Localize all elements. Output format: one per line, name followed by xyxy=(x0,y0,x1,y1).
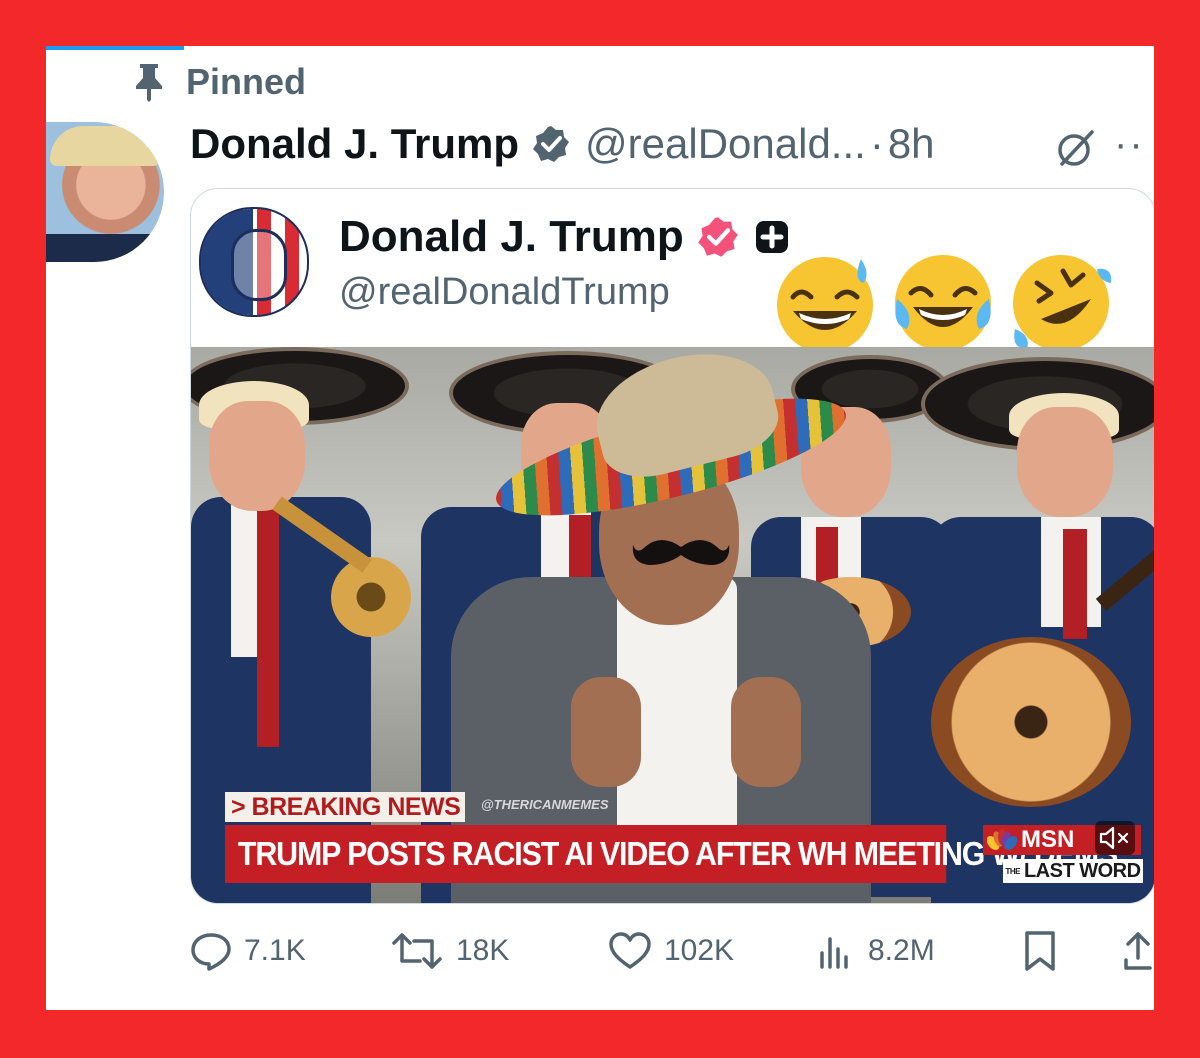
top-accent-line xyxy=(46,46,184,50)
tweet-actions: 7.1K 18K 102K 8.2M xyxy=(190,926,1152,976)
reply-count: 7.1K xyxy=(244,934,306,967)
repost-count: 18K xyxy=(456,934,510,967)
like-count: 102K xyxy=(664,934,735,967)
breaking-news-label: > BREAKING NEWS xyxy=(225,792,465,822)
tears-of-joy-emoji xyxy=(895,255,991,351)
pinned-label: Pinned xyxy=(186,61,307,102)
emoji-row xyxy=(771,249,1115,357)
bookmark-icon xyxy=(1025,931,1055,971)
like-button[interactable]: 102K xyxy=(608,926,734,976)
show-name-bar: THE LAST WORD xyxy=(1003,859,1143,883)
show-prefix: THE xyxy=(1005,866,1020,876)
repost-icon xyxy=(392,933,442,969)
verified-badge-icon xyxy=(533,126,570,162)
share-button[interactable] xyxy=(1124,926,1154,976)
embed-avatar[interactable] xyxy=(199,207,309,317)
bookmark-button[interactable] xyxy=(1022,926,1058,976)
video-player[interactable]: > BREAKING NEWS @THERICANMEMES TRUMP POS… xyxy=(191,347,1154,903)
tweet-card[interactable]: Pinned Donald J. Trump @realDonald... · … xyxy=(46,46,1154,1010)
show-name: LAST WORD xyxy=(1023,859,1141,882)
verified-badge-icon xyxy=(697,217,738,257)
pin-icon xyxy=(136,64,162,102)
more-options-icon[interactable]: ·· xyxy=(1114,122,1145,167)
author-avatar[interactable] xyxy=(46,122,164,262)
tweet-time[interactable]: 8h xyxy=(888,120,935,168)
embed-author-row: Donald J. Trump xyxy=(339,211,792,263)
embedded-post[interactable]: Donald J. Trump @realDonaldTrump > BREAK… xyxy=(190,188,1154,904)
reply-button[interactable]: 7.1K xyxy=(190,926,306,976)
reply-icon xyxy=(191,933,231,971)
embed-author-handle[interactable]: @realDonaldTrump xyxy=(339,271,670,314)
time-separator: · xyxy=(869,120,884,167)
views-count: 8.2M xyxy=(868,934,935,967)
repost-button[interactable]: 18K xyxy=(390,926,509,976)
views-button[interactable]: 8.2M xyxy=(816,926,935,976)
author-handle[interactable]: @realDonald... xyxy=(585,120,866,168)
fake-mustache xyxy=(632,540,730,565)
peacock-icon xyxy=(987,829,1017,850)
rolling-laughing-emoji xyxy=(1013,255,1112,351)
news-headline: TRUMP POSTS RACIST AI VIDEO AFTER WH MEE… xyxy=(225,825,1118,883)
pinned-indicator: Pinned xyxy=(134,60,306,104)
network-name: MSN xyxy=(1021,826,1075,853)
author-name[interactable]: Donald J. Trump xyxy=(190,120,519,168)
muted-speaker-icon[interactable] xyxy=(1095,821,1135,855)
grok-icon[interactable] xyxy=(1056,128,1096,168)
tweet-header: Donald J. Trump @realDonald... · 8h xyxy=(190,118,935,170)
heart-icon xyxy=(609,932,651,969)
grinning-sweat-emoji xyxy=(777,257,873,353)
views-chart-icon xyxy=(820,937,848,969)
embed-author-name[interactable]: Donald J. Trump xyxy=(339,212,684,262)
share-icon xyxy=(1124,932,1152,970)
video-watermark: @THERICANMEMES xyxy=(481,797,609,812)
